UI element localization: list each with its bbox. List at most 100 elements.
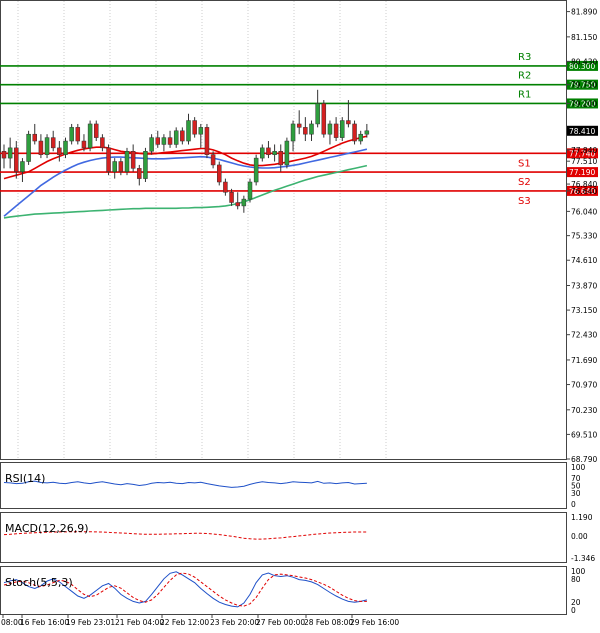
candle-body [50,137,56,149]
x-tick-label: 22 Feb 12:00 [160,618,209,627]
candle [223,178,228,196]
candle-body [352,123,357,142]
stoch-pane-border [0,566,567,615]
candle-body [315,103,320,125]
candle-body [229,192,234,203]
indicator-tick-label: -1.346 [571,554,595,563]
candle-body [346,120,351,125]
candle-body [192,120,197,135]
candle [106,144,111,176]
candle-body [235,202,240,207]
candle-body [266,147,271,155]
y-tick-label: 70.970 [571,381,597,390]
candle-body [260,147,265,159]
candle [75,123,81,145]
candle-body [63,140,68,155]
indicator-name: Stoch(5,5,3) [5,576,73,589]
candle [272,144,277,162]
candle-body [94,123,99,138]
y-tick-label: 76.040 [571,207,597,216]
x-tick-label: 28 Feb 08:00 [304,618,353,627]
candle-body [143,151,148,179]
y-tick-label: 77.840 [571,146,597,155]
candle-body [284,140,290,166]
candle-body [149,137,154,152]
x-tick-label: 21 Feb 04:00 [115,618,164,627]
candle-body [130,151,136,169]
indicator-pane: 1007050300RSI(14) [3,463,586,509]
candle-body [278,151,283,166]
level-label-r2: R2 [518,71,531,82]
candle-body [87,123,93,149]
y-tick-label: 71.690 [571,356,597,365]
candle-body [161,137,167,145]
level-label-r3: R3 [518,52,531,63]
level-price-tag: 77.190 [569,168,595,177]
candle-body [14,147,19,173]
candle [266,141,271,159]
y-tick-label: 76.640 [571,187,597,196]
indicator-pane: 10080200Stoch(5,5,3) [3,567,586,615]
y-tick-label: 69.510 [571,430,597,439]
candle-body [112,161,117,173]
candle [352,120,357,145]
candle-body [1,151,7,159]
indicator-tick-label: 100 [571,463,586,472]
y-tick-label: 79.200 [571,99,597,108]
candle [364,123,370,138]
candle-body [38,140,44,155]
indicator-tick-label: 0 [571,500,576,509]
candle-body [296,123,302,128]
y-tick-label: 81.890 [571,8,597,17]
current-price-tag: 78.410 [569,127,595,136]
candle-body [272,151,277,155]
candle-body [186,120,191,142]
y-tick-label: 74.610 [571,256,597,265]
candle [161,134,167,152]
indicator-series-line [3,480,367,488]
y-tick-label: 70.230 [571,406,597,415]
candle [50,130,56,152]
candle-body [57,147,62,155]
candle [38,134,44,159]
candle-body [137,168,142,179]
indicator-tick-label: 0 [571,606,576,615]
candle-body [204,127,210,155]
candle-body [75,127,81,142]
indicator-tick-label: 1.190 [571,513,593,522]
y-tick-label: 79.750 [571,81,597,90]
indicator-tick-label: 80 [571,575,581,584]
candle-body [210,154,216,166]
candle [137,164,142,186]
candle [333,117,339,142]
candle [241,195,247,213]
indicator-tick-label: 30 [571,489,581,498]
main-pane-border [0,0,567,460]
candle-body [321,103,327,135]
candle-body [7,147,13,159]
candle-body [217,164,222,183]
candle [173,127,179,148]
candle [284,137,290,169]
candle-body [173,130,179,145]
chart-canvas: R380.300R279.750R179.200S177.740S277.190… [0,0,598,627]
x-tick-label: 29 Feb 16:00 [350,618,399,627]
candle [143,147,148,183]
candle [112,158,117,179]
candle-body [290,123,296,142]
candle [290,120,296,152]
candle [340,117,345,142]
candle-body [340,120,345,138]
candle [94,120,99,142]
candle-body [167,137,173,145]
candle [32,123,37,145]
candle [186,113,191,145]
candle [204,123,210,159]
candle [296,110,302,135]
candle [303,117,308,142]
candle [69,123,74,145]
candle [217,161,222,186]
candle-body [26,133,31,162]
candle-body [364,130,370,135]
candle-body [124,151,130,173]
